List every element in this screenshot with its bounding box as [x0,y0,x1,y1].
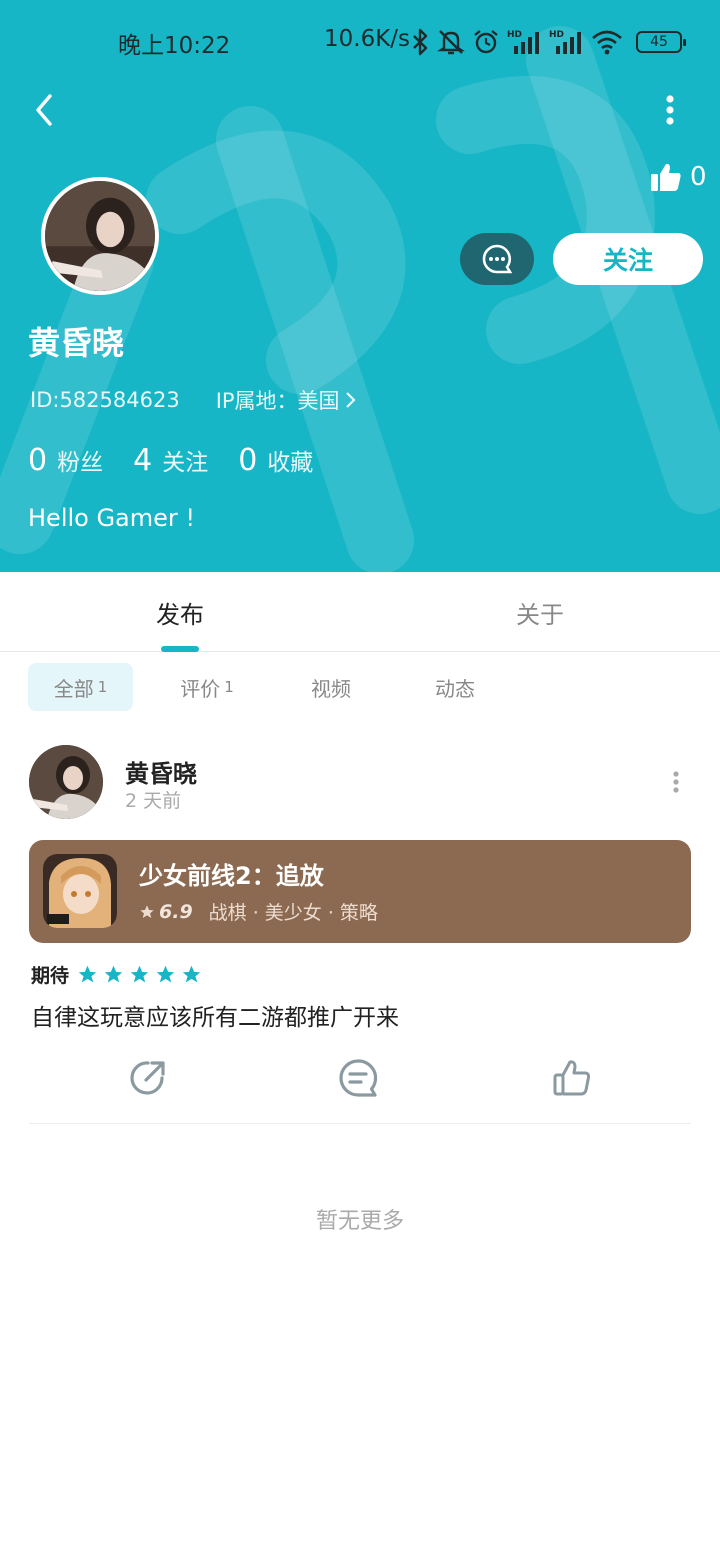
game-icon-art [43,854,117,928]
back-button[interactable] [24,90,64,130]
game-card[interactable]: 少女前线2：追放 6.9 战棋 · 美少女 · 策略 [29,840,691,943]
chevron-left-icon [36,94,52,126]
profile-bio: Hello Gamer ! [28,504,196,532]
game-meta: 6.9 战棋 · 美少女 · 策略 [139,898,378,925]
review-rating-row: 期待 [31,961,202,988]
stat-fans[interactable]: 0 粉丝 [28,443,103,478]
stat-favorites[interactable]: 0 收藏 [238,443,313,478]
stat-number: 4 [133,443,153,478]
wifi-icon [592,30,622,55]
avatar-image [45,181,155,291]
tab-about[interactable]: 关于 [360,572,720,652]
profile-id-row: ID:582584623 IP属地：美国 [30,385,356,415]
filter-videos[interactable]: 视频 [269,663,393,711]
ip-location-link[interactable]: IP属地：美国 [216,385,356,415]
stat-label: 粉丝 [57,450,104,476]
message-button[interactable] [460,233,534,285]
filter-all[interactable]: 全部 1 [28,663,133,711]
chat-bubble-icon [482,244,513,274]
post-timestamp: 2 天前 [125,790,182,812]
star-icon [78,965,97,983]
more-options-button[interactable] [652,90,688,130]
star-rating [77,964,202,985]
battery-icon: 45 [636,31,686,53]
status-network-speed: 10.6K/s [324,26,411,52]
game-icon [43,854,117,928]
filter-label: 视频 [311,676,351,701]
post-author-name[interactable]: 黄昏晓 [125,754,197,789]
status-time: 晚上10:22 [118,33,231,59]
mute-bell-icon [437,30,465,55]
no-more-text: 暂无更多 [315,1209,404,1234]
expect-label: 期待 [31,965,70,987]
share-button[interactable] [124,1054,172,1102]
share-icon [130,1061,165,1095]
star-icon [156,965,175,983]
profile-like-count[interactable]: 0 [650,162,707,192]
filter-label: 评价 [180,676,221,701]
status-bar: 晚上10:22 10.6K/s HD HD 45 [0,20,720,64]
active-tab-indicator [161,646,199,652]
review-text: 自律这玩意应该所有二游都推广开来 [31,1005,399,1031]
filter-chips: 全部 1 评价 1 视频 动态 [28,663,517,711]
follow-button[interactable]: 关注 [553,233,703,285]
game-rating: 6.9 [159,900,193,923]
signal-hd-icon: HD [549,30,581,54]
svg-text:HD: HD [507,30,522,40]
avatar-image [29,745,103,819]
star-icon [182,965,201,983]
profile-name: 黄昏晓 [28,324,125,362]
filter-label: 全部 [53,676,94,701]
like-count: 0 [690,162,707,192]
star-icon [140,904,154,918]
signal-hd-icon: HD [507,30,539,54]
thumbs-up-icon [553,1060,591,1096]
game-title: 少女前线2：追放 [139,862,324,890]
thumbs-up-icon [651,163,681,191]
chevron-right-icon [345,392,356,408]
comment-icon [339,1059,378,1097]
user-id: ID:582584623 [30,388,180,412]
filter-count: 1 [224,678,234,696]
post-author-avatar[interactable] [29,745,103,819]
profile-header: 晚上10:22 10.6K/s HD HD 45 0 关注 黄昏晓 ID:582… [0,0,720,572]
profile-tabs: 发布 关于 [0,572,720,652]
more-vertical-icon [666,95,674,125]
post-more-button[interactable] [664,766,688,798]
alarm-icon [474,30,498,54]
battery-level: 45 [650,34,668,50]
filter-label: 动态 [435,676,475,701]
star-icon [104,965,123,983]
tab-publish[interactable]: 发布 [0,572,360,652]
avatar[interactable] [41,177,159,295]
game-tags: 战棋 · 美少女 · 策略 [208,902,378,924]
bluetooth-icon [413,28,428,56]
like-button[interactable] [548,1054,596,1102]
filter-count: 1 [97,678,108,696]
filter-moments[interactable]: 动态 [393,663,517,711]
post-divider [29,1123,691,1124]
status-icons: HD HD 45 [410,24,686,60]
stat-label: 关注 [162,450,209,476]
profile-stats: 0 粉丝 4 关注 0 收藏 [28,443,343,478]
comment-button[interactable] [334,1054,382,1102]
stat-following[interactable]: 4 关注 [133,443,208,478]
more-vertical-icon [673,771,679,793]
filter-reviews[interactable]: 评价 1 [145,663,269,711]
ip-location: IP属地：美国 [215,389,340,413]
stat-number: 0 [28,443,48,478]
stat-label: 收藏 [267,450,314,476]
svg-text:HD: HD [549,30,564,40]
stat-number: 0 [238,443,258,478]
star-icon [130,965,149,983]
